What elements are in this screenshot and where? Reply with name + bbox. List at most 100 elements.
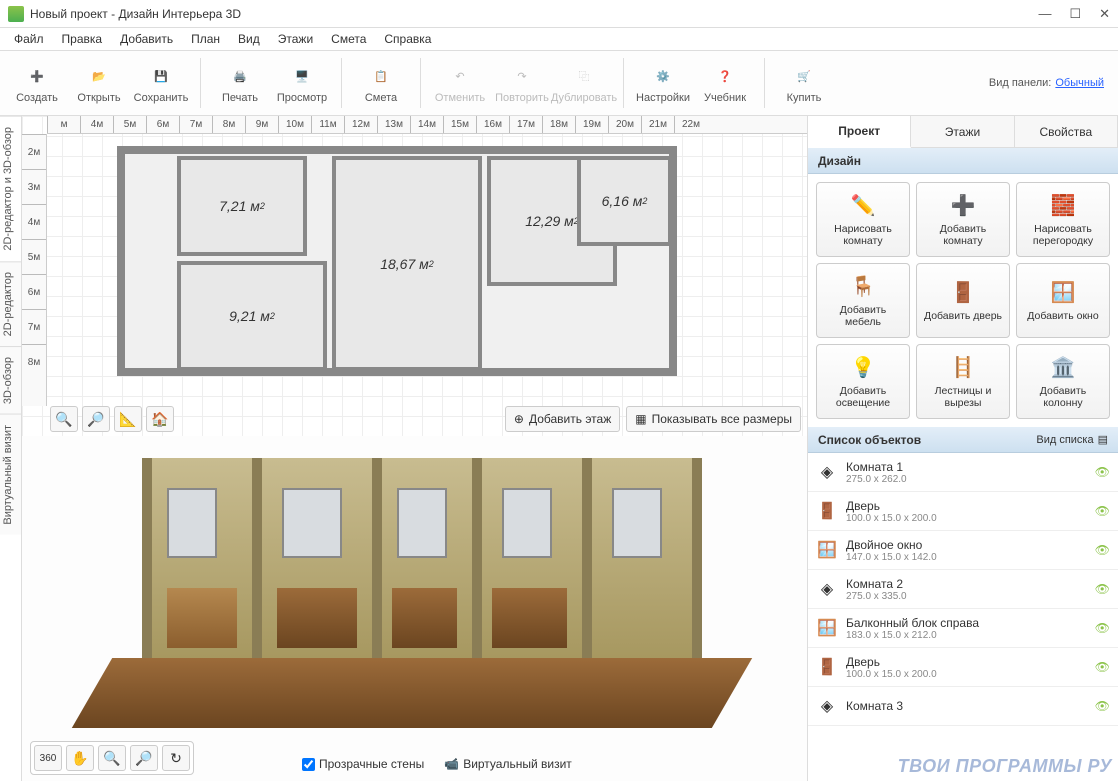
object-row[interactable]: 🪟Балконный блок справа183.0 x 15.0 x 212… bbox=[808, 609, 1118, 648]
panel-tab-проект[interactable]: Проект bbox=[808, 116, 911, 148]
object-row[interactable]: ◈Комната 2275.0 x 335.0👁 bbox=[808, 570, 1118, 609]
object-row[interactable]: ◈Комната 3👁 bbox=[808, 687, 1118, 726]
add-furniture-button[interactable]: 🪑Добавить мебель bbox=[816, 263, 910, 338]
panel-tab-свойства[interactable]: Свойства bbox=[1015, 116, 1118, 147]
save-button[interactable]: 💾Сохранить bbox=[130, 53, 192, 113]
rotate-360-button[interactable]: 360 bbox=[34, 745, 62, 771]
add-column-button[interactable]: 🏛️Добавить колонну bbox=[1016, 344, 1110, 419]
panel-mode-label: Вид панели: bbox=[989, 77, 1051, 89]
object-row[interactable]: 🚪Дверь100.0 x 15.0 x 200.0👁 bbox=[808, 648, 1118, 687]
app-icon bbox=[8, 6, 24, 22]
add-floor-button[interactable]: ⊕Добавить этаж bbox=[505, 406, 620, 432]
transparent-walls-checkbox[interactable]: Прозрачные стены bbox=[302, 757, 424, 771]
vertical-tab-0[interactable]: 2D-редактор и 3D-обзор bbox=[0, 116, 21, 261]
add-light-icon: 💡 bbox=[850, 355, 876, 381]
canvas-3d[interactable]: 360 ✋ 🔍 🔎 ↻ Прозрачные стены 📹Виртуальны… bbox=[22, 436, 807, 781]
zoom-in-3d-button[interactable]: 🔎 bbox=[130, 745, 158, 771]
object-row[interactable]: 🪟Двойное окно147.0 x 15.0 x 142.0👁 bbox=[808, 531, 1118, 570]
floorplan[interactable]: 7,21 м29,21 м218,67 м212,29 м26,16 м2 bbox=[117, 146, 677, 396]
objects-section-header: Список объектов Вид списка▤ bbox=[808, 427, 1118, 453]
main-toolbar: ➕Создать📂Открыть💾Сохранить 🖨️Печать🖥️Прос… bbox=[0, 50, 1118, 116]
redo-icon: ↷ bbox=[508, 62, 536, 90]
menu-этажи[interactable]: Этажи bbox=[270, 30, 321, 48]
measure-button[interactable]: 📐 bbox=[114, 406, 142, 432]
add-light-button[interactable]: 💡Добавить освещение bbox=[816, 344, 910, 419]
refresh-3d-button[interactable]: ↻ bbox=[162, 745, 190, 771]
print-button[interactable]: 🖨️Печать bbox=[209, 53, 271, 113]
panel-mode-link[interactable]: Обычный bbox=[1055, 77, 1104, 89]
maximize-button[interactable]: ☐ bbox=[1069, 6, 1081, 22]
menu-справка[interactable]: Справка bbox=[376, 30, 439, 48]
minimize-button[interactable]: — bbox=[1038, 6, 1051, 22]
visibility-icon[interactable]: 👁 bbox=[1095, 660, 1110, 674]
estimate-button[interactable]: 📋Смета bbox=[350, 53, 412, 113]
menu-вид[interactable]: Вид bbox=[230, 30, 268, 48]
stairs-button[interactable]: 🪜Лестницы и вырезы bbox=[916, 344, 1010, 419]
duplicate-button: ⿻Дублировать bbox=[553, 53, 615, 113]
help-button[interactable]: ❓Учебник bbox=[694, 53, 756, 113]
add-window-button[interactable]: 🪟Добавить окно bbox=[1016, 263, 1110, 338]
object-icon: ◈ bbox=[816, 459, 838, 485]
stairs-icon: 🪜 bbox=[950, 355, 976, 381]
menu-файл[interactable]: Файл bbox=[6, 30, 52, 48]
menu-правка[interactable]: Правка bbox=[54, 30, 111, 48]
vertical-tab-1[interactable]: 2D-редактор bbox=[0, 261, 21, 346]
pan-button[interactable]: ✋ bbox=[66, 745, 94, 771]
room[interactable]: 7,21 м2 bbox=[177, 156, 307, 256]
draw-partition-button[interactable]: 🧱Нарисовать перегородку bbox=[1016, 182, 1110, 257]
preview-button[interactable]: 🖥️Просмотр bbox=[271, 53, 333, 113]
close-button[interactable]: ✕ bbox=[1099, 6, 1110, 22]
open-button[interactable]: 📂Открыть bbox=[68, 53, 130, 113]
draw-room-button[interactable]: ✏️Нарисовать комнату bbox=[816, 182, 910, 257]
vertical-tab-2[interactable]: 3D-обзор bbox=[0, 346, 21, 414]
duplicate-icon: ⿻ bbox=[570, 62, 598, 90]
home-button[interactable]: 🏠 bbox=[146, 406, 174, 432]
object-icon: 🚪 bbox=[816, 654, 838, 680]
draw-partition-icon: 🧱 bbox=[1050, 193, 1076, 219]
menubar: ФайлПравкаДобавитьПланВидЭтажиСметаСправ… bbox=[0, 28, 1118, 50]
menu-добавить[interactable]: Добавить bbox=[112, 30, 181, 48]
menu-смета[interactable]: Смета bbox=[323, 30, 374, 48]
buy-icon: 🛒 bbox=[790, 62, 818, 90]
new-button[interactable]: ➕Создать bbox=[6, 53, 68, 113]
workarea: м4м5м6м7м8м9м10м11м12м13м14м15м16м17м18м… bbox=[22, 116, 808, 781]
visibility-icon[interactable]: 👁 bbox=[1095, 543, 1110, 557]
add-door-icon: 🚪 bbox=[950, 280, 976, 306]
show-dimensions-button[interactable]: ▦Показывать все размеры bbox=[626, 406, 801, 432]
buy-button[interactable]: 🛒Купить bbox=[773, 53, 835, 113]
add-room-icon: ➕ bbox=[950, 193, 976, 219]
object-row[interactable]: ◈Комната 1275.0 x 262.0👁 bbox=[808, 453, 1118, 492]
house-3d bbox=[82, 448, 742, 738]
right-panel: ПроектЭтажиСвойства Дизайн ✏️Нарисовать … bbox=[808, 116, 1118, 781]
canvas-2d[interactable]: м4м5м6м7м8м9м10м11м12м13м14м15м16м17м18м… bbox=[22, 116, 807, 436]
left-vertical-tabs: 2D-редактор и 3D-обзор2D-редактор3D-обзо… bbox=[0, 116, 22, 781]
add-window-icon: 🪟 bbox=[1050, 280, 1076, 306]
preview-icon: 🖥️ bbox=[288, 62, 316, 90]
vertical-tab-3[interactable]: Виртуальный визит bbox=[0, 414, 21, 535]
visibility-icon[interactable]: 👁 bbox=[1095, 699, 1110, 713]
add-room-button[interactable]: ➕Добавить комнату bbox=[916, 182, 1010, 257]
panel-tab-этажи[interactable]: Этажи bbox=[911, 116, 1014, 147]
visibility-icon[interactable]: 👁 bbox=[1095, 504, 1110, 518]
menu-план[interactable]: План bbox=[183, 30, 228, 48]
redo-button: ↷Повторить bbox=[491, 53, 553, 113]
zoom-out-button[interactable]: 🔍 bbox=[50, 406, 78, 432]
list-view-icon[interactable]: ▤ bbox=[1098, 433, 1108, 446]
estimate-icon: 📋 bbox=[367, 62, 395, 90]
room[interactable]: 6,16 м2 bbox=[577, 156, 672, 246]
visibility-icon[interactable]: 👁 bbox=[1095, 465, 1110, 479]
visibility-icon[interactable]: 👁 bbox=[1095, 582, 1110, 596]
add-door-button[interactable]: 🚪Добавить дверь bbox=[916, 263, 1010, 338]
object-row[interactable]: 🚪Дверь100.0 x 15.0 x 200.0👁 bbox=[808, 492, 1118, 531]
settings-button[interactable]: ⚙️Настройки bbox=[632, 53, 694, 113]
window-title: Новый проект - Дизайн Интерьера 3D bbox=[30, 7, 241, 21]
zoom-in-button[interactable]: 🔎 bbox=[82, 406, 110, 432]
room[interactable]: 9,21 м2 bbox=[177, 261, 327, 371]
view-list-label[interactable]: Вид списка bbox=[1036, 434, 1093, 446]
room[interactable]: 18,67 м2 bbox=[332, 156, 482, 371]
visibility-icon[interactable]: 👁 bbox=[1095, 621, 1110, 635]
object-icon: 🪟 bbox=[816, 537, 838, 563]
object-icon: ◈ bbox=[816, 693, 838, 719]
virtual-visit-checkbox[interactable]: 📹Виртуальный визит bbox=[444, 757, 572, 771]
zoom-out-3d-button[interactable]: 🔍 bbox=[98, 745, 126, 771]
